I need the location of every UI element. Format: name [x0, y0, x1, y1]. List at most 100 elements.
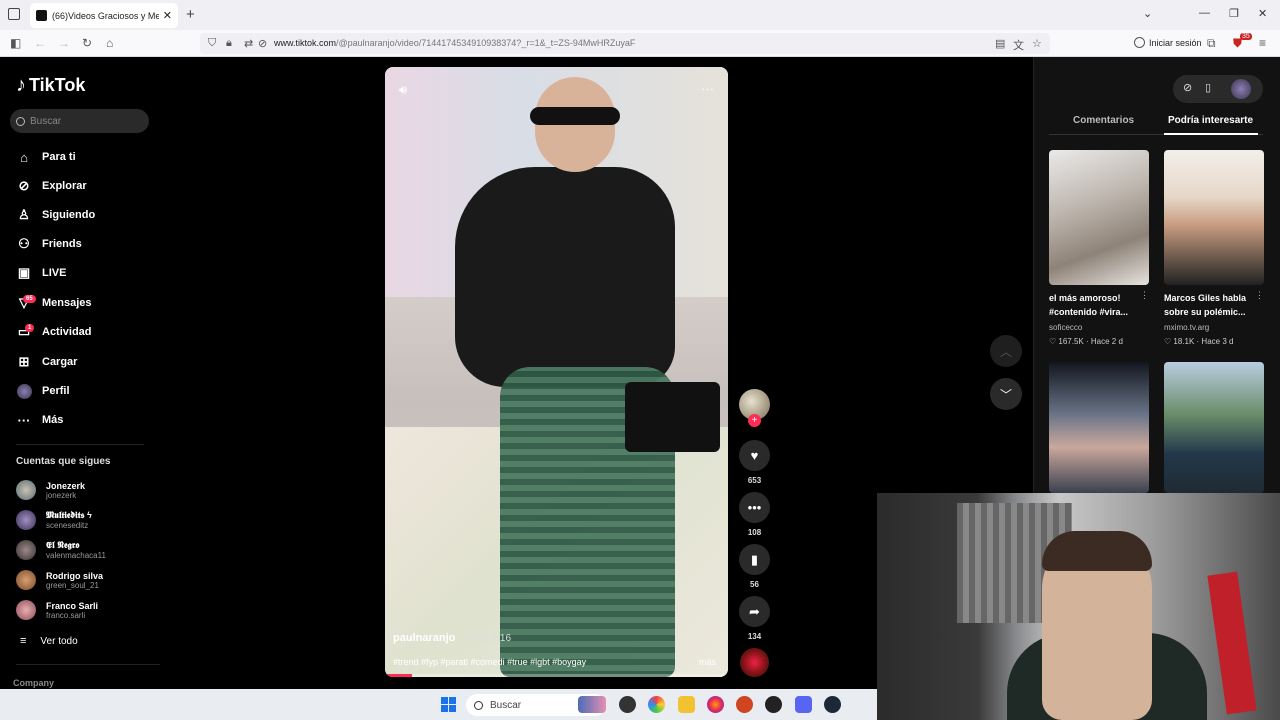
signin-label: Iniciar sesión	[1149, 37, 1202, 48]
list-icon: ≡	[20, 635, 27, 647]
video-username[interactable]: paulnaranjo	[393, 632, 455, 644]
user-avatar[interactable]	[1231, 79, 1251, 99]
comment-count: 108	[747, 528, 762, 537]
video-sunglasses	[530, 107, 620, 125]
nav-item-explorar[interactable]: ⊘ Explorar	[16, 174, 87, 198]
suggested-author[interactable]: mximo.tv.arg	[1164, 323, 1209, 332]
url-text[interactable]: www.tiktok.com/@paulnaranjo/video/714417…	[274, 38, 635, 48]
music-disc-icon[interactable]	[740, 648, 769, 677]
home-page-icon[interactable]: ⌂	[106, 36, 113, 50]
nav-item-live[interactable]: ▣ LIVE	[16, 261, 67, 285]
suggested-thumbnail[interactable]	[1049, 362, 1149, 493]
video-more-icon[interactable]: ···	[701, 81, 714, 96]
following-account-green-soul-21[interactable]: Rodrigo silva green_soul_21	[16, 566, 103, 594]
tab-list-icon[interactable]	[8, 8, 20, 20]
reload-icon[interactable]: ↻	[82, 36, 92, 50]
next-video-button[interactable]: ﹀	[990, 378, 1022, 410]
autoplay-blocked-icon[interactable]: ⊘	[258, 37, 267, 50]
minimize-icon[interactable]: —	[1199, 7, 1210, 19]
sidebar-toggle-icon[interactable]: ◧	[10, 36, 21, 50]
copilot-icon[interactable]	[648, 696, 665, 713]
suggested-title[interactable]: Marcos Giles habla sobre su polémic...	[1164, 291, 1268, 319]
share-button[interactable]: ➦	[739, 596, 770, 627]
close-window-icon[interactable]: ✕	[1258, 7, 1267, 20]
nav-item-mas[interactable]: ··· Más	[16, 408, 64, 432]
account-handle: valenmachaca11	[46, 551, 106, 560]
menu-icon[interactable]: ≡	[1259, 36, 1266, 50]
lock-icon[interactable]: 🔒︎	[226, 37, 232, 50]
like-button[interactable]: ♥	[739, 440, 770, 471]
bookmark-star-icon[interactable]: ☆	[1032, 37, 1042, 50]
compass-icon: ⊘	[18, 178, 30, 193]
following-account-valenmachaca11[interactable]: 𝕰𝖑 𝕹𝖊𝖌𝖗𝖔 valenmachaca11	[16, 536, 106, 564]
video-hashtags[interactable]: #trend #fyp #parati #comedi #true #lgbt …	[393, 657, 586, 667]
following-account-sceneseditz[interactable]: 𝕸𝖚𝖑𝖙𝖎𝖊𝖉𝖎𝖙𝖘 ϟ sceneseditz	[16, 506, 92, 534]
tab-comments[interactable]: Comentarios	[1073, 115, 1134, 126]
suggested-age: Hace 2 d	[1090, 337, 1123, 346]
suggested-thumbnail[interactable]	[1164, 362, 1264, 493]
extensions-icon[interactable]: ⧉	[1207, 36, 1216, 51]
nav-item-siguiendo[interactable]: ♙ Siguiendo	[16, 203, 95, 227]
nav-item-friends[interactable]: ⚇ Friends	[16, 232, 82, 256]
nav-item-cargar[interactable]: ⊞ Cargar	[16, 350, 78, 374]
forward-icon[interactable]: →	[58, 36, 70, 50]
translate-icon[interactable]: 文	[1013, 37, 1024, 53]
home-icon: ⌂	[20, 149, 28, 165]
suggested-thumbnail[interactable]	[1164, 150, 1264, 285]
nav-label: Siguiendo	[42, 209, 96, 221]
close-tab-icon[interactable]: ✕	[163, 9, 172, 22]
chevron-up-icon: ︿	[999, 344, 1012, 359]
shield-icon[interactable]: ⛉	[208, 37, 216, 50]
divider	[16, 444, 144, 445]
tab-overflow-chevron-icon[interactable]: ⌄	[1143, 7, 1152, 20]
account-icon	[1134, 37, 1145, 48]
tiktok-logo[interactable]: ♪ TikTok	[16, 74, 85, 97]
upload-icon: ⊞	[18, 354, 30, 369]
mobile-icon[interactable]: ▯	[1205, 81, 1211, 94]
discord-icon[interactable]	[795, 696, 812, 713]
compass-icon[interactable]: ⊘	[1183, 81, 1192, 94]
nav-item-actividad[interactable]: ▭ 1 Actividad	[16, 320, 92, 344]
see-all-following-link[interactable]: ≡ Ver todo	[20, 635, 78, 647]
new-tab-icon[interactable]: +	[186, 6, 195, 23]
following-account-franco-sarli[interactable]: Franco Sarli franco.sarli	[16, 596, 98, 624]
windows-start-icon[interactable]	[441, 697, 456, 712]
company-link[interactable]: Company	[13, 678, 54, 688]
video-progress-fill	[385, 674, 413, 677]
live-icon: ▣	[17, 265, 31, 280]
browser-tab-active[interactable]: (66)Videos Graciosos y Memes ✕	[30, 3, 178, 28]
video-more-link[interactable]: más	[699, 657, 716, 667]
firefox-icon[interactable]	[707, 696, 724, 713]
signin-button[interactable]: Iniciar sesión	[1134, 37, 1202, 48]
tab-title: (66)Videos Graciosos y Memes	[52, 10, 159, 21]
permissions-icon[interactable]: ⇄	[244, 37, 253, 50]
suggested-title[interactable]: el más amoroso! #contenido #vira...	[1049, 291, 1153, 319]
back-icon[interactable]: ←	[34, 36, 46, 50]
suggested-author[interactable]: soficecco	[1049, 323, 1082, 332]
tab-suggested[interactable]: Podría interesarte	[1168, 115, 1253, 126]
previous-video-button[interactable]: ︿	[990, 335, 1022, 367]
video-author[interactable]: paulnaranjo · 2022-9-16	[393, 632, 511, 644]
tiktok-favicon-icon	[36, 10, 47, 21]
reader-view-icon[interactable]: ▤	[995, 37, 1005, 50]
nav-item-perfil[interactable]: Perfil	[16, 379, 70, 403]
steam-icon[interactable]	[824, 696, 841, 713]
search-highlight-icon[interactable]	[578, 696, 606, 713]
file-explorer-icon[interactable]	[678, 696, 695, 713]
video-player[interactable]: 🔊︎ ··· paulnaranjo · 2022-9-16 #trend #fy…	[385, 67, 728, 677]
g-hub-icon[interactable]	[619, 696, 636, 713]
following-account-jonezerk[interactable]: Jonezerk jonezerk	[16, 476, 85, 504]
address-bar[interactable]: ⛉ 🔒︎ ⇄ ⊘ www.tiktok.com/@paulnaranjo/vid…	[200, 33, 1050, 54]
suggested-thumbnail[interactable]	[1049, 150, 1149, 285]
search-input[interactable]: Buscar	[10, 109, 149, 133]
brave-like-app-icon[interactable]	[736, 696, 753, 713]
maximize-icon[interactable]: ❐	[1229, 7, 1239, 20]
save-button[interactable]: ▮	[739, 544, 770, 575]
video-progress-bar[interactable]	[385, 674, 728, 677]
nav-item-mensajes[interactable]: ▽ 65 Mensajes	[16, 291, 92, 315]
obs-icon[interactable]	[765, 696, 782, 713]
nav-item-para-ti[interactable]: ⌂ Para ti	[16, 145, 76, 169]
follow-plus-button[interactable]: +	[748, 414, 761, 427]
volume-icon[interactable]: 🔊︎	[399, 82, 407, 98]
comment-button[interactable]: •••	[739, 492, 770, 523]
